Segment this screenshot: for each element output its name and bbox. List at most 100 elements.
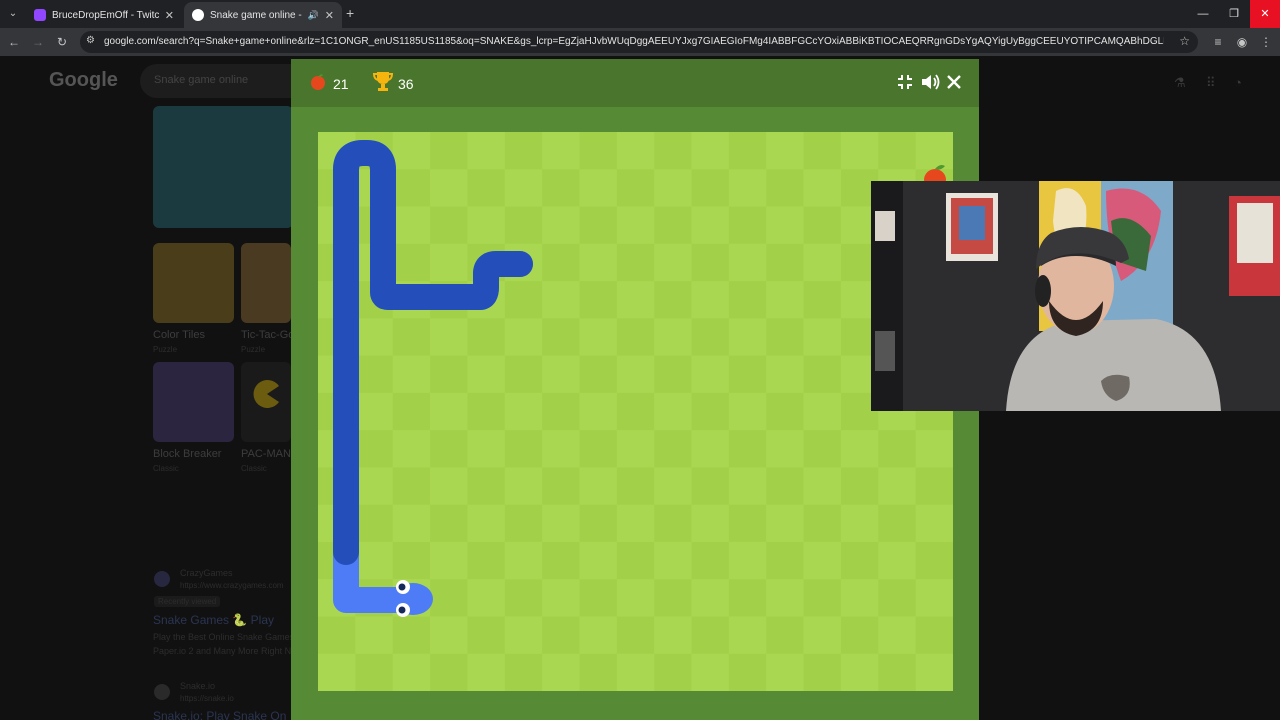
board-tile [542,430,580,468]
board-tile [579,281,618,319]
board-tile [318,616,356,655]
back-icon[interactable]: ← [6,34,22,50]
site-info-icon[interactable]: ⚙ [86,35,95,46]
board-tile [504,132,543,170]
board-tile [691,579,730,617]
board-tile [467,467,506,506]
board-tile [579,169,618,208]
tab-close-icon[interactable]: ✕ [165,9,174,22]
bookmark-star-icon[interactable]: ☆ [1179,34,1190,48]
board-tile [392,206,431,245]
omnibox[interactable]: ⚙ google.com/search?q=Snake+game+online&… [80,31,1198,53]
crazygames-favicon-icon [154,571,170,587]
board-tile [766,206,805,245]
board-tile [542,579,580,617]
board-tile [355,430,394,468]
board-tile [504,467,543,506]
board-tile [542,355,580,394]
board-tile [766,318,805,357]
board-tile [430,355,468,394]
volume-icon[interactable] [920,72,940,92]
account-avatar-icon[interactable]: ◔ [1234,75,1242,90]
board-tile [691,132,730,170]
fullscreen-exit-icon[interactable] [895,72,915,92]
board-tile [355,318,394,357]
board-tile [392,541,431,580]
tab-close-icon[interactable]: ✕ [325,9,334,22]
tab-search-icon[interactable]: ⌄ [4,5,22,23]
board-tile [430,132,468,170]
board-tile [504,169,543,208]
tab-audio-icon[interactable]: 🔊 [308,10,319,21]
board-tile [616,430,655,468]
board-tile [467,318,506,357]
profile-icon[interactable]: ◉ [1234,34,1250,50]
result-title-link[interactable]: Snake.io: Play Snake On [153,709,286,720]
game-card-category: Classic [241,464,267,473]
board-tile [467,579,506,617]
board-tile [728,579,767,617]
board-tile [654,243,693,282]
url-text[interactable]: google.com/search?q=Snake+game+online&rl… [104,36,1164,47]
board-tile [504,616,543,655]
current-score: 21 [333,76,349,92]
tab-title: Snake game online - Google [210,9,302,21]
menu-icon[interactable]: ⋮ [1258,34,1274,50]
board-tile [430,169,468,208]
forward-icon[interactable]: → [30,34,46,50]
board-tile [430,579,468,617]
board-tile [392,243,431,282]
board-tile [392,169,431,208]
board-tile [878,430,917,468]
board-tile [878,132,917,170]
game-card-block-breaker[interactable] [153,362,234,442]
tab-twitch[interactable]: BruceDropEmOff - Twitch ✕ [26,2,182,28]
board-tile [915,504,953,543]
game-card-title: Color Tiles [153,329,205,341]
game-card-title: Tic-Tac-Go [241,329,291,341]
window-close-icon[interactable]: ✕ [1250,0,1280,28]
minimize-icon[interactable]: — [1188,0,1218,28]
google-search-box[interactable]: Snake game online [140,64,310,98]
result-title-link[interactable]: Snake Games 🐍 Play [153,613,274,627]
close-icon[interactable] [944,72,964,92]
board-tile [504,541,543,580]
board-tile [430,430,468,468]
board-tile [654,430,693,468]
board-tile [878,504,917,543]
board-tile [542,392,580,431]
new-tab-icon[interactable]: + [346,5,354,21]
apps-grid-icon[interactable]: ⠿ [1206,75,1216,91]
board-tile [579,504,618,543]
tab-google-snake[interactable]: Snake game online - Google 🔊 ✕ [184,2,342,28]
board-tile [430,541,468,580]
board-tile [654,392,693,431]
game-card-pac-man[interactable] [241,362,291,442]
board-tile [803,169,842,208]
game-board[interactable] [318,132,953,691]
board-tile [728,430,767,468]
board-tile [654,653,693,691]
board-tile [691,169,730,208]
board-tile [616,579,655,617]
board-tile [542,169,580,208]
game-card-color-tiles[interactable] [153,243,234,323]
board-tile [467,392,506,431]
twitch-favicon-icon [34,9,46,21]
media-controls-icon[interactable]: ≡ [1210,34,1226,50]
board-tile [728,318,767,357]
board-tile [467,541,506,580]
board-tile [579,318,618,357]
labs-icon[interactable]: ⚗ [1174,75,1186,91]
game-card-tic-tac-go[interactable] [241,243,291,323]
restore-icon[interactable]: ❐ [1219,0,1249,28]
board-tile [691,541,730,580]
board-tile [803,579,842,617]
board-tile [616,616,655,655]
board-tile [691,616,730,655]
board-tile [430,206,468,245]
board-tile [803,467,842,506]
reload-icon[interactable]: ↻ [54,34,70,50]
board-tile [803,653,842,691]
featured-snake-card[interactable] [153,106,293,228]
